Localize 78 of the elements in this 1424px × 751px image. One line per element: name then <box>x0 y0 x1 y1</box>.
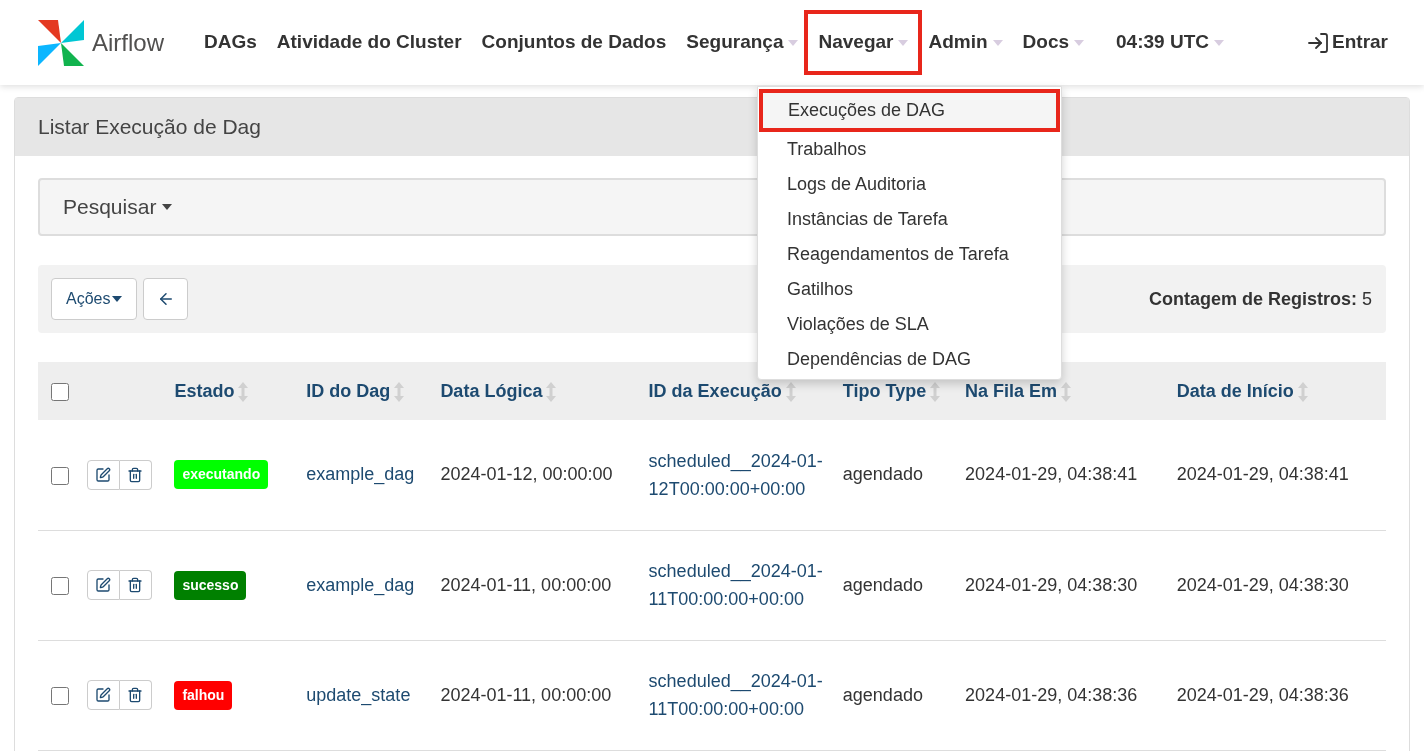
state-badge: falhou <box>174 680 233 710</box>
panel-title: Listar Execução de Dag <box>38 114 261 141</box>
menu-item[interactable]: Dependências de DAG <box>758 342 1061 377</box>
delete-button[interactable] <box>119 680 152 710</box>
state-badge: executando <box>174 460 269 490</box>
record-count-label: Contagem de Registros: <box>1148 287 1357 311</box>
search-label[interactable]: Pesquisar <box>63 191 157 223</box>
record-count: 5 <box>1362 287 1372 311</box>
menu-item[interactable]: Instâncias de Tarefa <box>758 202 1061 237</box>
start-date: 2024-01-29, 04:38:41 <box>1176 464 1349 485</box>
nav-link[interactable]: Segurança <box>686 10 799 75</box>
sort-icon <box>785 381 796 402</box>
trash-icon <box>127 577 144 593</box>
back-button[interactable] <box>143 278 189 320</box>
nav-link[interactable]: Admin <box>928 10 1003 75</box>
queued-at: 2024-01-29, 04:38:30 <box>965 574 1138 595</box>
column-header[interactable]: ID da Execução <box>648 380 782 401</box>
menu-item[interactable]: Violações de SLA <box>758 307 1061 342</box>
row-checkbox[interactable] <box>51 576 69 595</box>
run-id-link[interactable]: scheduled__2024-01-11T00:00:00+00:00 <box>648 667 829 723</box>
queued-at: 2024-01-29, 04:38:41 <box>965 464 1138 485</box>
dag-id-link[interactable]: update_state <box>306 684 411 705</box>
nav-link[interactable]: Atividade do Cluster <box>276 10 462 75</box>
nav-link[interactable]: Conjuntos de Dados <box>481 10 667 75</box>
column-header[interactable]: Na Fila Em <box>965 380 1058 401</box>
sort-icon <box>546 381 557 402</box>
edit-icon <box>95 466 112 483</box>
column-header[interactable]: Tipo Type <box>842 380 927 401</box>
sort-icon <box>1061 381 1072 402</box>
menu-item[interactable]: Gatilhos <box>758 272 1061 307</box>
nav-link[interactable]: 04:39 UTC <box>1116 10 1224 75</box>
edit-button[interactable] <box>86 570 120 600</box>
run-type: agendado <box>842 464 923 485</box>
queued-at: 2024-01-29, 04:38:36 <box>965 684 1138 705</box>
run-id-link[interactable]: scheduled__2024-01-11T00:00:00+00:00 <box>648 557 829 613</box>
row-checkbox[interactable] <box>51 686 69 705</box>
row-checkbox[interactable] <box>51 466 69 485</box>
menu-item[interactable]: Trabalhos <box>758 132 1061 167</box>
start-date: 2024-01-29, 04:38:30 <box>1176 574 1349 595</box>
delete-button[interactable] <box>119 459 152 490</box>
delete-button[interactable] <box>119 570 152 600</box>
dag-id-link[interactable]: example_dag <box>306 574 415 595</box>
edit-button[interactable] <box>86 459 120 490</box>
edit-icon <box>95 577 112 593</box>
caret-icon <box>112 296 123 302</box>
dag-id-link[interactable]: example_dag <box>306 464 415 485</box>
run-type: agendado <box>842 574 923 595</box>
trash-icon <box>127 466 144 483</box>
run-id-link[interactable]: scheduled__2024-01-12T00:00:00+00:00 <box>648 446 829 503</box>
brand-name: Airflow <box>92 27 164 58</box>
pinwheel-logo-icon[interactable] <box>36 17 86 68</box>
sort-icon <box>394 381 405 402</box>
actions-button[interactable]: Ações <box>51 278 138 320</box>
start-date: 2024-01-29, 04:38:36 <box>1176 684 1349 705</box>
select-all-checkbox[interactable] <box>51 382 69 401</box>
sort-icon <box>238 381 249 402</box>
login-icon <box>1306 30 1331 55</box>
login-link[interactable]: Entrar <box>1306 28 1388 57</box>
column-header[interactable]: ID do Dag <box>306 380 391 401</box>
logical-date: 2024-01-11, 00:00:00 <box>440 574 612 595</box>
edit-button[interactable] <box>86 680 120 710</box>
column-header[interactable]: Data Lógica <box>440 380 543 401</box>
state-badge: sucesso <box>174 570 247 600</box>
caret-icon <box>162 204 173 210</box>
sort-icon <box>1297 381 1308 402</box>
nav-link[interactable]: Navegar <box>804 10 923 75</box>
menu-item[interactable]: Reagendamentos de Tarefa <box>758 237 1061 272</box>
logical-date: 2024-01-12, 00:00:00 <box>440 464 613 485</box>
edit-icon <box>95 687 112 703</box>
column-header[interactable]: Estado <box>174 380 235 401</box>
menu-item[interactable]: Execuções de DAG <box>759 89 1060 132</box>
logical-date: 2024-01-11, 00:00:00 <box>440 684 612 705</box>
column-header[interactable]: Data de Início <box>1176 380 1294 401</box>
nav-link[interactable]: Docs <box>1022 10 1085 75</box>
trash-icon <box>127 687 144 703</box>
nav-link[interactable]: DAGs <box>204 10 257 75</box>
sort-icon <box>930 381 941 402</box>
run-type: agendado <box>842 684 923 705</box>
